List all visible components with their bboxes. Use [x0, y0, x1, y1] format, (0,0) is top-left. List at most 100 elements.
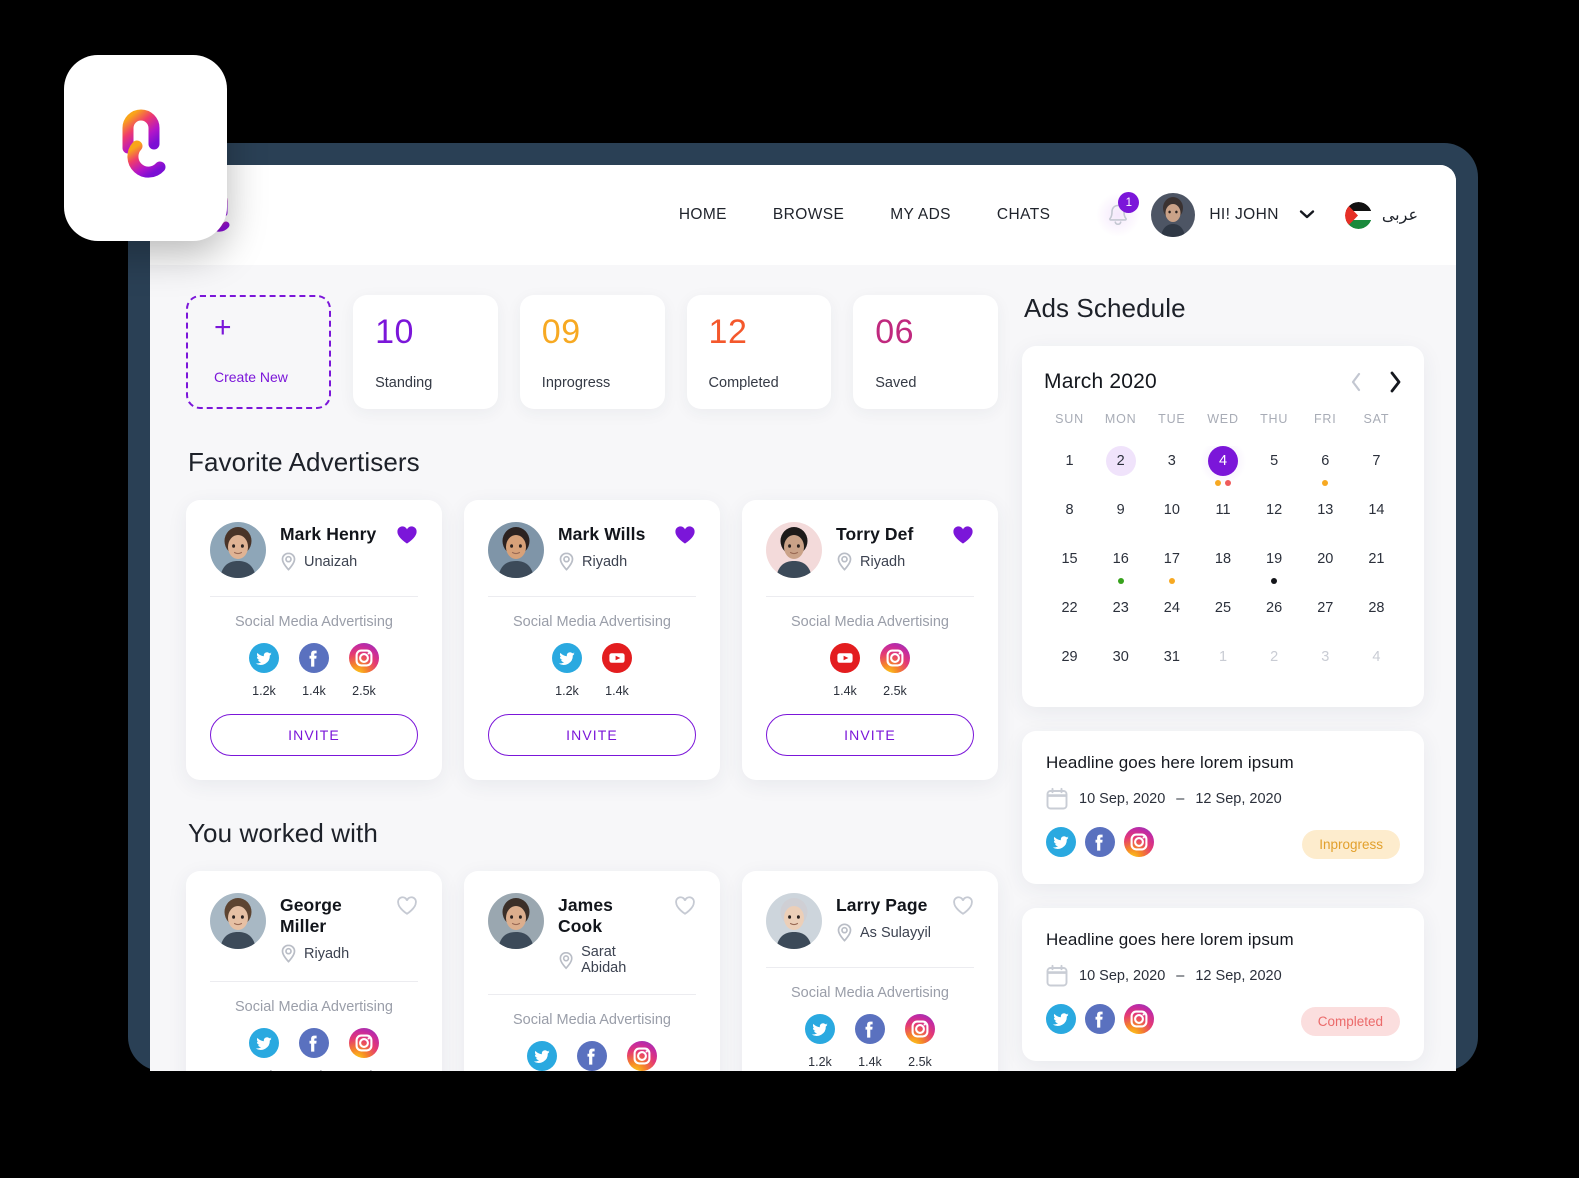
favorite-toggle[interactable] — [952, 893, 974, 921]
social-icon-twitter[interactable] — [1046, 827, 1076, 862]
calendar-day[interactable]: 28 — [1351, 593, 1402, 636]
invite-button[interactable]: INVITE — [210, 714, 418, 756]
social-stat[interactable]: 1.2k — [249, 1028, 279, 1071]
social-icon-facebook[interactable] — [299, 1028, 329, 1063]
nav-my-ads[interactable]: MY ADS — [867, 206, 974, 224]
social-stat[interactable]: 1.4k — [299, 1028, 329, 1071]
calendar-day[interactable]: 7 — [1351, 446, 1402, 489]
stat-card-standing[interactable]: 10 Standing — [353, 295, 498, 409]
calendar-day[interactable]: 13 — [1300, 495, 1351, 538]
social-icon-instagram[interactable] — [880, 643, 910, 678]
social-icon-youtube[interactable] — [602, 643, 632, 678]
calendar-day[interactable]: 19 — [1249, 544, 1300, 587]
social-icon-twitter[interactable] — [249, 643, 279, 678]
calendar-day-selected[interactable]: 4 — [1197, 446, 1249, 489]
social-stat[interactable]: 1.2k — [249, 643, 279, 698]
social-icon-facebook[interactable] — [855, 1014, 885, 1049]
social-icon-twitter[interactable] — [1046, 1004, 1076, 1039]
calendar-day[interactable]: 6 — [1300, 446, 1351, 489]
calendar-day[interactable]: 26 — [1249, 593, 1300, 636]
social-stat[interactable]: 1.2k — [527, 1041, 557, 1071]
calendar-day[interactable]: 25 — [1197, 593, 1248, 636]
notifications-button[interactable]: 1 — [1095, 192, 1142, 238]
schedule-item[interactable]: Headline goes here lorem ipsum 10 Sep, 20… — [1022, 908, 1424, 1061]
calendar-day[interactable]: 30 — [1095, 642, 1146, 685]
calendar-day[interactable]: 29 — [1044, 642, 1095, 685]
favorite-toggle[interactable] — [396, 522, 418, 550]
social-stat[interactable]: 1.4k — [830, 643, 860, 698]
social-stat[interactable]: 1.2k — [805, 1014, 835, 1069]
calendar-day[interactable]: 12 — [1249, 495, 1300, 538]
calendar-day[interactable]: 11 — [1197, 495, 1248, 538]
chevron-left-icon[interactable] — [1350, 372, 1362, 392]
nav-chats[interactable]: CHATS — [974, 206, 1073, 224]
social-stat[interactable]: 2.5k — [349, 1028, 379, 1071]
favorite-toggle[interactable] — [674, 522, 696, 550]
social-stat[interactable]: 2.5k — [880, 643, 910, 698]
social-icon-facebook[interactable] — [1085, 827, 1115, 862]
social-icon-twitter[interactable] — [805, 1014, 835, 1049]
person-card[interactable]: James Cook Sarat Abidah Social Media Adver… — [464, 871, 720, 1071]
language-switcher[interactable]: عربى — [1344, 201, 1418, 229]
stat-card-inprogress[interactable]: 09 Inprogress — [519, 295, 665, 409]
calendar-day[interactable]: 15 — [1044, 544, 1095, 587]
calendar-day[interactable]: 27 — [1300, 593, 1351, 636]
social-icon-instagram[interactable] — [349, 643, 379, 678]
create-new-card[interactable]: + Create New — [186, 295, 332, 409]
social-icon-facebook[interactable] — [577, 1041, 607, 1071]
calendar-day[interactable]: 22 — [1044, 593, 1095, 636]
calendar-day[interactable]: 3 — [1300, 642, 1351, 685]
user-avatar[interactable] — [1151, 193, 1196, 237]
person-card[interactable]: George Miller Riyadh Social Media Advertis… — [186, 871, 442, 1071]
calendar-day[interactable]: 1 — [1044, 446, 1095, 489]
social-icon-facebook[interactable] — [1085, 1004, 1115, 1039]
favorite-toggle[interactable] — [952, 522, 974, 550]
person-card[interactable]: Mark Wills Riyadh Social Media Advertising… — [464, 500, 720, 780]
person-card[interactable]: Larry Page As Sulayyil Social Media Advert… — [742, 871, 998, 1071]
calendar-day[interactable]: 23 — [1095, 593, 1146, 636]
calendar-day[interactable]: 4 — [1351, 642, 1402, 685]
social-stat[interactable]: 2.5k — [627, 1041, 657, 1071]
social-icon-youtube[interactable] — [830, 643, 860, 678]
calendar-day[interactable]: 24 — [1146, 593, 1197, 636]
stat-card-completed[interactable]: 12 Completed — [686, 295, 832, 409]
calendar-day[interactable]: 1 — [1197, 642, 1248, 685]
social-icon-twitter[interactable] — [527, 1041, 557, 1071]
calendar-day[interactable]: 17 — [1146, 544, 1197, 587]
nav-home[interactable]: HOME — [656, 206, 750, 224]
schedule-item[interactable]: Headline goes here lorem ipsum 10 Sep, 20… — [1022, 731, 1424, 884]
social-icon-instagram[interactable] — [349, 1028, 379, 1063]
social-stat[interactable]: 1.2k — [552, 643, 582, 698]
calendar-day[interactable]: 18 — [1197, 544, 1248, 587]
favorite-toggle[interactable] — [674, 893, 696, 921]
chevron-right-icon[interactable] — [1388, 371, 1402, 393]
social-icon-twitter[interactable] — [552, 643, 582, 678]
social-stat[interactable]: 1.4k — [602, 643, 632, 698]
invite-button[interactable]: INVITE — [766, 714, 974, 756]
calendar-day[interactable]: 2 — [1095, 446, 1146, 489]
calendar-day[interactable]: 3 — [1146, 446, 1197, 489]
calendar-day[interactable]: 2 — [1249, 642, 1300, 685]
social-stat[interactable]: 2.5k — [349, 643, 379, 698]
social-stat[interactable]: 1.4k — [577, 1041, 607, 1071]
social-icon-facebook[interactable] — [299, 643, 329, 678]
person-card[interactable]: Torry Def Riyadh Social Media Advertising 1… — [742, 500, 998, 780]
person-card[interactable]: Mark Henry Unaizah Social Media Advertisin… — [186, 500, 442, 780]
calendar-day[interactable]: 9 — [1095, 495, 1146, 538]
favorite-toggle[interactable] — [396, 893, 418, 921]
social-stat[interactable]: 2.5k — [905, 1014, 935, 1069]
nav-browse[interactable]: BROWSE — [750, 206, 867, 224]
social-icon-instagram[interactable] — [1124, 827, 1154, 862]
calendar-day[interactable]: 20 — [1300, 544, 1351, 587]
calendar-day[interactable]: 8 — [1044, 495, 1095, 538]
calendar-day[interactable]: 5 — [1249, 446, 1300, 489]
stat-card-saved[interactable]: 06 Saved — [853, 295, 998, 409]
social-icon-twitter[interactable] — [249, 1028, 279, 1063]
social-icon-instagram[interactable] — [905, 1014, 935, 1049]
social-stat[interactable]: 1.4k — [855, 1014, 885, 1069]
invite-button[interactable]: INVITE — [488, 714, 696, 756]
social-icon-instagram[interactable] — [627, 1041, 657, 1071]
calendar-day[interactable]: 16 — [1095, 544, 1146, 587]
social-stat[interactable]: 1.4k — [299, 643, 329, 698]
calendar-day[interactable]: 10 — [1146, 495, 1197, 538]
